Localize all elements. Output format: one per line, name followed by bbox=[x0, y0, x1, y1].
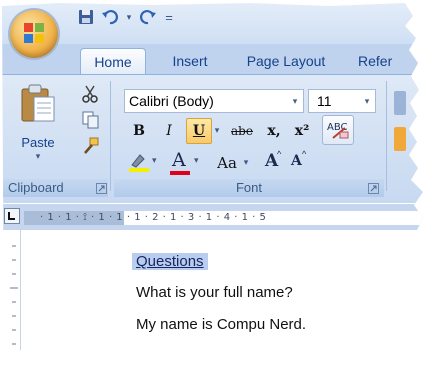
ribbon-tabs: Home Insert Page Layout Refer bbox=[2, 44, 429, 75]
underline-dropdown[interactable]: ▾ bbox=[212, 119, 222, 143]
superscript-button[interactable]: x² bbox=[290, 119, 314, 143]
font-color-letter: A bbox=[172, 149, 186, 171]
font-color-button[interactable]: A ▾ bbox=[168, 149, 204, 177]
font-name-value: Calibri (Body) bbox=[129, 93, 214, 109]
paste-icon bbox=[21, 84, 55, 122]
customize-qat-button[interactable]: = bbox=[162, 7, 176, 27]
document-line-heading[interactable]: Questions bbox=[132, 253, 208, 270]
vertical-ruler-ticks bbox=[10, 245, 18, 345]
italic-button[interactable]: I bbox=[158, 119, 180, 143]
tab-references[interactable]: Refer bbox=[358, 48, 418, 74]
clear-formatting-icon: ABC bbox=[327, 122, 349, 139]
undo-dropdown[interactable]: ▾ bbox=[124, 7, 134, 27]
subscript-button[interactable]: x, bbox=[262, 119, 286, 143]
underline-button[interactable]: U bbox=[186, 118, 212, 144]
undo-button[interactable] bbox=[100, 7, 120, 27]
font-label-text: Font bbox=[235, 180, 262, 195]
highlight-button[interactable]: ▾ bbox=[128, 151, 158, 175]
redo-icon bbox=[140, 9, 156, 25]
change-case-dropdown[interactable]: ▾ bbox=[242, 151, 250, 175]
change-case-button[interactable]: Aa bbox=[212, 151, 242, 175]
copy-button[interactable] bbox=[82, 111, 100, 134]
bold-button[interactable]: B bbox=[128, 119, 150, 143]
chevron-down-icon: ▾ bbox=[194, 155, 199, 165]
font-name-combo[interactable]: Calibri (Body) ▾ bbox=[124, 89, 304, 113]
torn-screenshot-frame: ▾ = Home Insert Page Layout Refer Paste … bbox=[2, 3, 429, 359]
paragraph-button-partial[interactable] bbox=[394, 91, 406, 115]
chevron-down-icon: ▾ bbox=[152, 155, 157, 165]
tab-home[interactable]: Home bbox=[80, 48, 146, 75]
undo-icon bbox=[102, 9, 118, 25]
paragraph-group-partial bbox=[392, 91, 429, 181]
clipboard-dialog-launcher-icon[interactable] bbox=[96, 183, 107, 194]
vertical-ruler[interactable] bbox=[6, 230, 21, 359]
save-button[interactable] bbox=[76, 7, 96, 27]
document-line[interactable]: What is your full name? bbox=[136, 284, 293, 301]
font-color-swatch bbox=[170, 171, 190, 175]
paragraph-button-partial[interactable] bbox=[394, 127, 406, 151]
horizontal-ruler-row: · 1 · 1 · ⟟ · 1 · 1 · 1 · 2 · 1 · 3 · 1 … bbox=[2, 204, 429, 230]
chevron-down-icon: ▾ bbox=[292, 96, 298, 106]
clear-formatting-button[interactable]: ABC bbox=[322, 115, 354, 145]
tab-page-layout[interactable]: Page Layout bbox=[236, 48, 336, 74]
quick-access-toolbar: ▾ = bbox=[76, 6, 176, 28]
font-group-label: Font bbox=[114, 179, 384, 197]
office-logo-icon bbox=[24, 23, 44, 43]
copy-icon bbox=[82, 111, 99, 129]
document-line[interactable]: My name is Compu Nerd. bbox=[136, 316, 306, 333]
shrink-font-button[interactable]: A ^ bbox=[288, 149, 310, 175]
highlighter-icon bbox=[129, 154, 149, 172]
tab-insert[interactable]: Insert bbox=[160, 48, 220, 74]
group-separator bbox=[386, 81, 387, 191]
ribbon: Paste ▾ Clipboard Calibri (Body) ▾ 11 ▾ … bbox=[2, 74, 429, 203]
clipboard-group-label: Clipboard bbox=[2, 179, 108, 197]
title-bar: ▾ = bbox=[2, 3, 429, 44]
group-separator bbox=[110, 81, 111, 191]
save-icon bbox=[79, 10, 93, 24]
format-painter-button[interactable] bbox=[82, 137, 100, 160]
office-button[interactable] bbox=[10, 10, 58, 58]
font-size-value: 11 bbox=[317, 93, 332, 109]
grow-arrow-icon: ^ bbox=[277, 149, 282, 159]
grow-font-button[interactable]: A ^ bbox=[262, 149, 284, 175]
strikethrough-button[interactable]: abe bbox=[226, 119, 258, 143]
paste-label: Paste bbox=[21, 135, 55, 150]
paste-button[interactable]: Paste ▾ bbox=[16, 83, 60, 169]
word-window-screenshot: ▾ = Home Insert Page Layout Refer Paste … bbox=[0, 0, 437, 380]
chevron-down-icon: ▾ bbox=[364, 96, 370, 106]
ruler-numbers: · 1 · 1 · ⟟ · 1 · 1 · 1 · 2 · 1 · 3 · 1 … bbox=[40, 212, 267, 223]
clipboard-label-text: Clipboard bbox=[8, 180, 64, 195]
shrink-arrow-icon: ^ bbox=[302, 149, 307, 159]
font-size-combo[interactable]: 11 ▾ bbox=[308, 89, 376, 113]
tab-selector-button[interactable] bbox=[4, 208, 20, 224]
document-area[interactable]: Questions What is your full name? My nam… bbox=[2, 230, 429, 359]
scissors-icon bbox=[82, 85, 98, 103]
cut-button[interactable] bbox=[82, 85, 98, 108]
font-dialog-launcher-icon[interactable] bbox=[368, 183, 379, 194]
format-painter-icon bbox=[84, 137, 99, 154]
paste-dropdown-arrow: ▾ bbox=[35, 151, 41, 161]
left-tab-icon bbox=[8, 212, 15, 220]
shrink-font-letter: A bbox=[291, 153, 302, 169]
redo-button[interactable] bbox=[138, 7, 158, 27]
